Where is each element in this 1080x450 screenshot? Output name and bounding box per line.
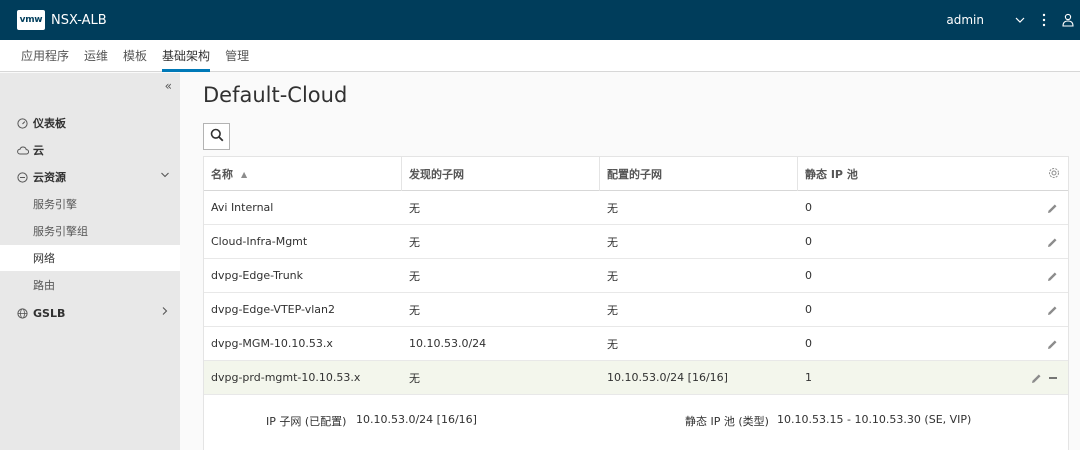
- sidebar-subitem-routes[interactable]: 路由: [0, 272, 180, 298]
- detail-pool-label: 静态 IP 池 (类型): [685, 415, 769, 428]
- more-vertical-icon[interactable]: [1032, 0, 1056, 40]
- row-detail-panel: IP 子网 (已配置) 10.10.53.0/24 [16/16] 静态 IP …: [204, 395, 1068, 450]
- cloud-icon: [17, 145, 31, 155]
- sidebar-item-gslb[interactable]: GSLB: [0, 300, 180, 326]
- cell-configured: 无: [607, 337, 618, 351]
- cell-configured: 无: [607, 235, 618, 249]
- cell-name: Cloud-Infra-Mgmt: [211, 235, 308, 248]
- sidebar-item-label: GSLB: [33, 306, 66, 320]
- tab-operations[interactable]: 运维: [78, 40, 114, 72]
- table-row[interactable]: Avi Internal 无 无 0: [204, 191, 1068, 225]
- app-header: vmw NSX-ALB admin: [0, 0, 1080, 40]
- cloud-resources-icon: [17, 171, 31, 183]
- cell-discovered: 无: [409, 269, 420, 283]
- cell-static: 0: [805, 269, 812, 282]
- detail-pool-value: 10.10.53.15 - 10.10.53.30 (SE, VIP): [777, 413, 972, 426]
- cell-name: dvpg-prd-mgmt-10.10.53.x: [211, 371, 361, 384]
- table-row[interactable]: dvpg-Edge-VTEP-vlan2 无 无 0: [204, 293, 1068, 327]
- sidebar-item-label: 云资源: [33, 171, 66, 184]
- edit-pencil-icon[interactable]: [1031, 373, 1042, 384]
- cell-discovered: 无: [409, 303, 420, 317]
- chevron-right-icon[interactable]: [160, 306, 170, 319]
- cell-name: dvpg-MGM-10.10.53.x: [211, 337, 333, 350]
- edit-pencil-icon[interactable]: [1047, 339, 1058, 350]
- tab-administration[interactable]: 管理: [219, 40, 255, 72]
- sidebar-item-label: 仪表板: [33, 117, 66, 130]
- edit-pencil-icon[interactable]: [1047, 237, 1058, 248]
- user-icon[interactable]: [1056, 0, 1080, 40]
- search-button[interactable]: [203, 123, 230, 150]
- grid-header: 名称 ▲ 发现的子网 配置的子网 静态 IP 池: [204, 157, 1068, 191]
- sort-ascending-icon[interactable]: ▲: [241, 170, 247, 179]
- tab-applications[interactable]: 应用程序: [15, 40, 75, 72]
- chevron-down-icon[interactable]: [1008, 0, 1032, 40]
- edit-pencil-icon[interactable]: [1047, 271, 1058, 282]
- collapse-row-icon[interactable]: [1048, 373, 1058, 383]
- sidebar: « 仪表板 云 云资源 服务引擎 服务引擎组 网络 路由 GSLB: [0, 73, 180, 450]
- gslb-icon: [17, 307, 31, 319]
- sidebar-subitem-network[interactable]: 网络: [0, 245, 180, 271]
- gear-icon[interactable]: [1048, 167, 1060, 182]
- dashboard-icon: [17, 117, 31, 129]
- cell-discovered: 无: [409, 235, 420, 249]
- cell-static: 0: [805, 303, 812, 316]
- cell-name: dvpg-Edge-VTEP-vlan2: [211, 303, 335, 316]
- app-name: NSX-ALB: [51, 12, 107, 28]
- cell-configured: 10.10.53.0/24 [16/16]: [607, 371, 728, 384]
- chevron-down-icon[interactable]: [160, 170, 170, 183]
- user-name[interactable]: admin: [946, 13, 984, 27]
- sidebar-item-cloud[interactable]: 云: [0, 137, 180, 163]
- column-header-discovered-subnets[interactable]: 发现的子网: [402, 157, 600, 191]
- cell-static: 0: [805, 337, 812, 350]
- sidebar-item-label: 云: [33, 144, 44, 157]
- tab-templates[interactable]: 模板: [117, 40, 153, 72]
- sidebar-item-dashboard[interactable]: 仪表板: [0, 110, 180, 136]
- sidebar-subitem-se-group[interactable]: 服务引擎组: [0, 218, 180, 244]
- cell-static: 0: [805, 235, 812, 248]
- tab-infrastructure[interactable]: 基础架构: [156, 40, 216, 72]
- sidebar-subitem-service-engine[interactable]: 服务引擎: [0, 191, 180, 217]
- edit-pencil-icon[interactable]: [1047, 203, 1058, 214]
- detail-subnet-value: 10.10.53.0/24 [16/16]: [356, 413, 477, 426]
- cell-name: dvpg-Edge-Trunk: [211, 269, 304, 282]
- top-nav: 应用程序 运维 模板 基础架构 管理: [0, 40, 1080, 72]
- cell-discovered: 无: [409, 371, 420, 385]
- edit-pencil-icon[interactable]: [1047, 305, 1058, 316]
- cell-discovered: 无: [409, 201, 420, 215]
- sidebar-item-cloud-resources[interactable]: 云资源: [0, 164, 180, 190]
- cell-static: 1: [805, 371, 812, 384]
- detail-subnet-label: IP 子网 (已配置): [266, 415, 347, 428]
- table-row[interactable]: Cloud-Infra-Mgmt 无 无 0: [204, 225, 1068, 259]
- header-right: admin: [946, 0, 1080, 40]
- column-header-configured-subnets[interactable]: 配置的子网: [600, 157, 798, 191]
- table-row[interactable]: dvpg-Edge-Trunk 无 无 0: [204, 259, 1068, 293]
- table-row-expanded[interactable]: dvpg-prd-mgmt-10.10.53.x 无 10.10.53.0/24…: [204, 361, 1068, 395]
- cell-configured: 无: [607, 269, 618, 283]
- page-title: Default-Cloud: [203, 83, 348, 107]
- cell-discovered: 10.10.53.0/24: [409, 337, 487, 350]
- column-header-name[interactable]: 名称 ▲: [204, 157, 402, 191]
- networks-grid: 名称 ▲ 发现的子网 配置的子网 静态 IP 池 Avi Internal 无 …: [203, 156, 1069, 450]
- cell-configured: 无: [607, 303, 618, 317]
- cell-configured: 无: [607, 201, 618, 215]
- column-header-static-ip-pools[interactable]: 静态 IP 池: [798, 157, 998, 191]
- main-content: Default-Cloud 名称 ▲ 发现的子网 配置的子网 静态 IP 池 A…: [180, 73, 1080, 450]
- search-icon: [210, 128, 224, 145]
- collapse-sidebar-icon[interactable]: «: [165, 79, 172, 93]
- vmware-logo[interactable]: vmw: [17, 10, 45, 30]
- table-row[interactable]: dvpg-MGM-10.10.53.x 10.10.53.0/24 无 0: [204, 327, 1068, 361]
- cell-name: Avi Internal: [211, 201, 274, 214]
- cell-static: 0: [805, 201, 812, 214]
